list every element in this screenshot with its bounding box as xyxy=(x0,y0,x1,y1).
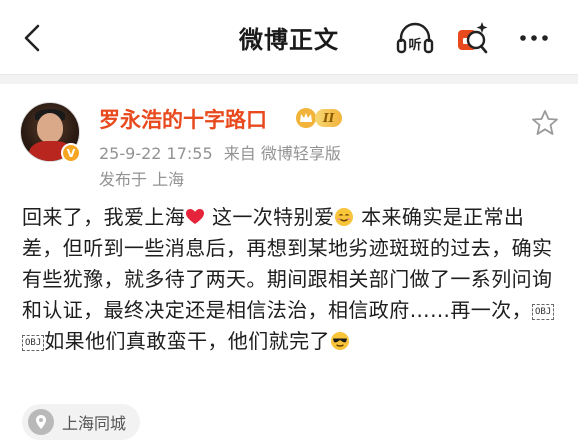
smile-emoji-icon xyxy=(335,208,354,226)
ai-assistant-icon xyxy=(458,22,488,54)
listen-icon: 听 xyxy=(396,22,434,54)
location-pin-icon xyxy=(28,409,54,435)
ai-assistant-button[interactable] xyxy=(452,18,492,58)
location-chip-label: 上海同城 xyxy=(62,414,127,433)
more-button[interactable] xyxy=(514,18,554,58)
post-text: 回来了，我爱上海 这一次特别爱 本来确实是正常出差，但听到一些消息后，再想到某地… xyxy=(22,202,562,357)
author-name[interactable]: 罗永浩的十字路口 xyxy=(99,104,267,134)
listen-label: 听 xyxy=(408,37,421,53)
post-source: 来自 微博轻享版 xyxy=(223,144,341,163)
top-bar: 微博正文 听 xyxy=(0,0,578,74)
member-level-badge[interactable]: II xyxy=(295,105,351,131)
crown-icon xyxy=(296,108,316,128)
post-meta: 25-9-22 17:55 来自 微博轻享版 xyxy=(99,140,347,164)
heart-emoji-icon xyxy=(186,209,205,224)
post-text-seg1: 回来了，我爱上海 xyxy=(22,205,186,229)
avatar-face xyxy=(37,113,63,143)
obj-placeholder: OBJ xyxy=(532,304,555,320)
post-location: 发布于 上海 xyxy=(99,170,185,189)
post-text-seg2: 这一次特别爱 xyxy=(205,205,335,229)
location-chip[interactable]: 上海同城 xyxy=(22,404,141,440)
listen-button[interactable]: 听 xyxy=(395,18,435,58)
level-tag: II xyxy=(315,109,343,127)
cool-sunglasses-emoji-icon xyxy=(330,332,349,350)
verified-badge-icon: V xyxy=(61,143,81,163)
obj-placeholder: OBJ xyxy=(22,335,45,351)
post-timestamp: 25-9-22 17:55 xyxy=(99,144,213,163)
more-icon xyxy=(520,35,548,41)
section-divider xyxy=(0,74,578,84)
favorite-star-icon[interactable] xyxy=(530,108,560,138)
post-text-seg4: 如果他们真敢蛮干，他们就完了 xyxy=(44,329,330,353)
